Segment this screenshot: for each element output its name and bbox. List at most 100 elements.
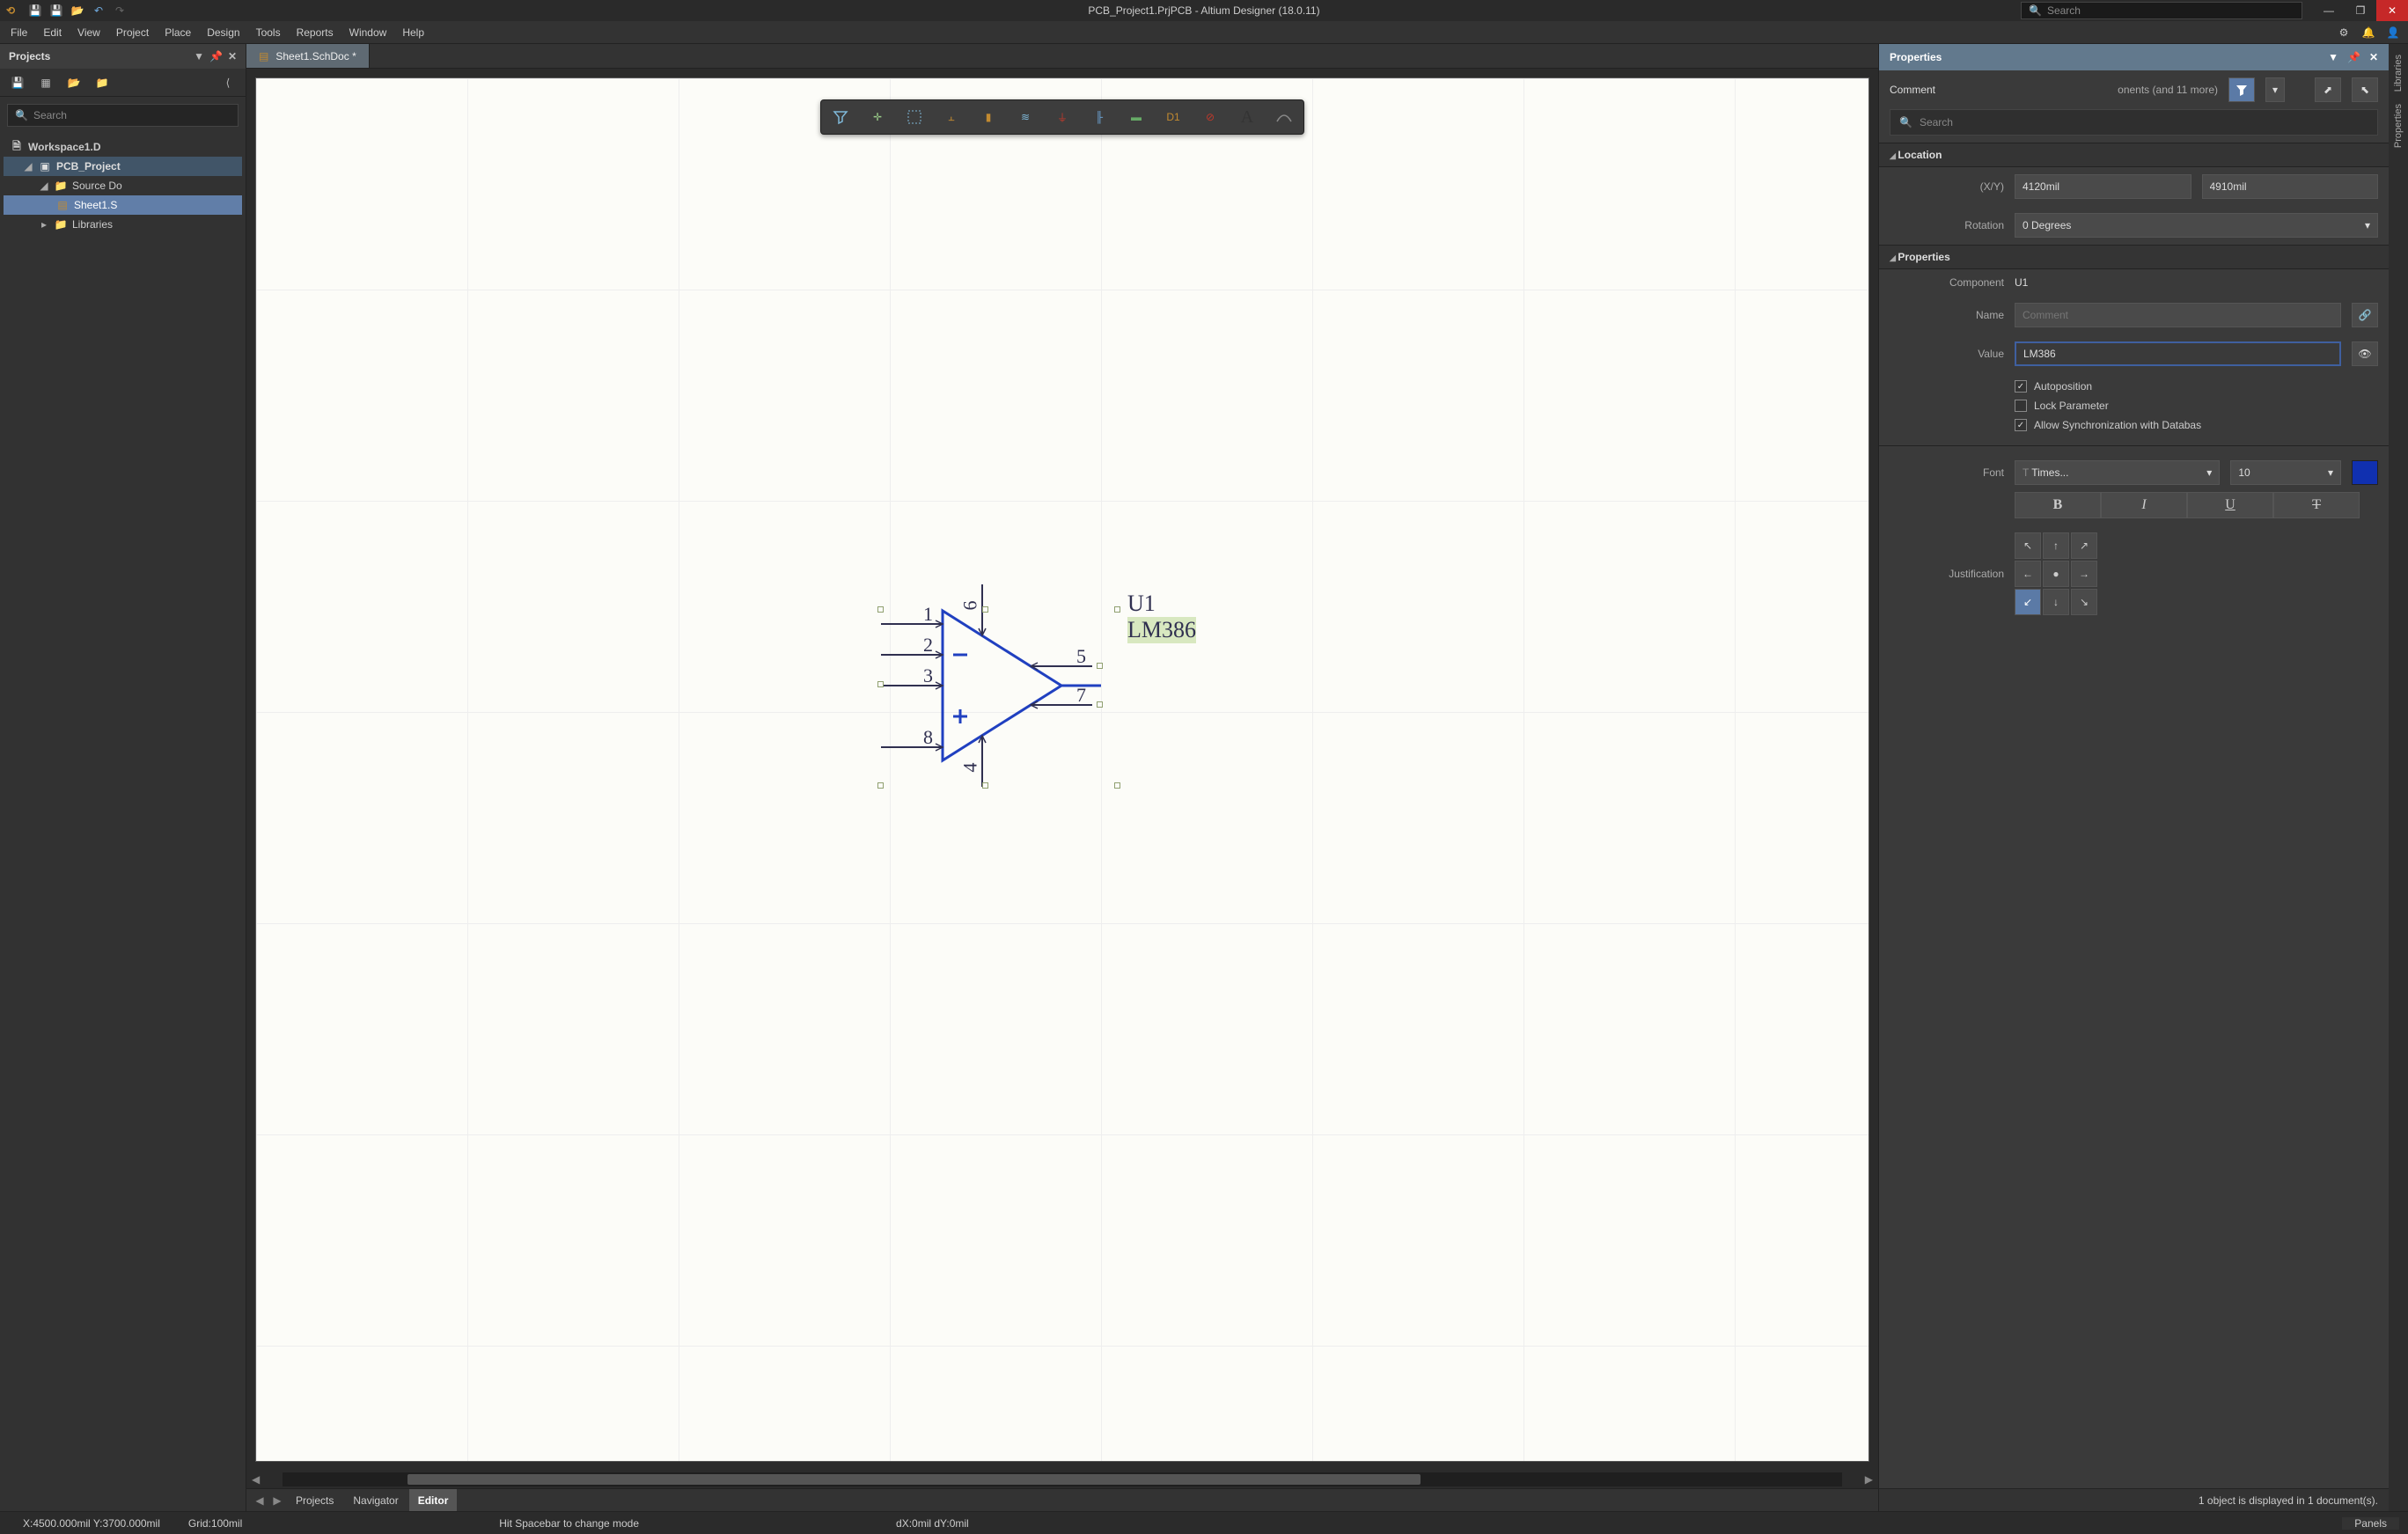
filter-funnel-button[interactable] — [2228, 77, 2255, 102]
location-x-input[interactable] — [2015, 174, 2191, 199]
panel-pin-icon[interactable]: 📌 — [209, 50, 223, 62]
panel-dropdown-icon[interactable]: ▼ — [2328, 51, 2338, 63]
align-icon[interactable]: ⫠ — [941, 106, 962, 128]
strikethrough-button[interactable]: T — [2273, 492, 2360, 518]
horizontal-scrollbar[interactable]: ◀ ▶ — [246, 1471, 1878, 1488]
libraries-node[interactable]: ▸ 📁 Libraries — [4, 215, 242, 234]
workspace-node[interactable]: 🗎 Workspace1.D — [4, 137, 242, 157]
underline-button[interactable]: U — [2187, 492, 2273, 518]
justify-r[interactable]: → — [2071, 561, 2097, 587]
expand-icon[interactable]: ▸ — [39, 218, 49, 231]
scrollbar-thumb[interactable] — [407, 1474, 1421, 1485]
font-size-select[interactable]: 10▾ — [2230, 460, 2341, 485]
panel-close-icon[interactable]: ✕ — [228, 50, 237, 62]
selection-handle[interactable] — [982, 606, 988, 613]
selection-handle[interactable] — [877, 606, 884, 613]
selection-handle[interactable] — [1114, 782, 1120, 789]
font-color-swatch[interactable] — [2352, 460, 2378, 485]
scrollbar-track[interactable] — [283, 1472, 1842, 1486]
project-node[interactable]: ◢ ▣ PCB_Project — [4, 157, 242, 176]
tab-projects[interactable]: Projects — [287, 1489, 342, 1511]
selection-handle[interactable] — [982, 782, 988, 789]
dock-tab-properties[interactable]: Properties — [2391, 99, 2405, 153]
undo-icon[interactable]: ↶ — [90, 2, 107, 19]
dock-tab-libraries[interactable]: Libraries — [2391, 49, 2405, 97]
filter-dropdown-button[interactable]: ▾ — [2265, 77, 2285, 102]
open-icon[interactable]: 📂 — [69, 2, 86, 19]
justify-tr[interactable]: ↗ — [2071, 532, 2097, 559]
menu-reports[interactable]: Reports — [290, 21, 341, 43]
select-mode-button[interactable]: ⬉ — [2352, 77, 2378, 102]
value-input[interactable] — [2015, 341, 2341, 366]
menu-file[interactable]: File — [4, 21, 34, 43]
tb-refresh-icon[interactable]: 📂 — [63, 72, 84, 93]
name-input[interactable] — [2015, 303, 2341, 327]
select-rect-icon[interactable] — [904, 106, 925, 128]
justify-t[interactable]: ↑ — [2043, 532, 2069, 559]
section-properties[interactable]: Properties — [1879, 245, 2389, 269]
menu-edit[interactable]: Edit — [36, 21, 69, 43]
place-noerc-icon[interactable]: ⊘ — [1200, 106, 1221, 128]
place-arc-icon[interactable] — [1274, 106, 1295, 128]
notifications-bell-icon[interactable]: 🔔 — [2357, 26, 2380, 39]
justify-c[interactable]: ● — [2043, 561, 2069, 587]
justify-b[interactable]: ↓ — [2043, 589, 2069, 615]
name-link-button[interactable]: 🔗 — [2352, 303, 2378, 327]
justify-bl[interactable]: ↙ — [2015, 589, 2041, 615]
designator-label[interactable]: U1 — [1127, 591, 1156, 617]
selection-handle[interactable] — [1114, 606, 1120, 613]
comment-label[interactable]: LM386 — [1127, 617, 1196, 643]
allow-sync-checkbox[interactable]: ✓Allow Synchronization with Databas — [2015, 419, 2201, 431]
panel-pin-icon[interactable]: 📌 — [2347, 51, 2360, 63]
menu-project[interactable]: Project — [109, 21, 156, 43]
panel-close-icon[interactable]: ✕ — [2369, 51, 2378, 63]
justify-tl[interactable]: ↖ — [2015, 532, 2041, 559]
source-documents-node[interactable]: ◢ 📁 Source Do — [4, 176, 242, 195]
value-visibility-button[interactable]: 👁 — [2352, 341, 2378, 366]
selection-handle[interactable] — [1097, 663, 1103, 669]
menu-view[interactable]: View — [70, 21, 107, 43]
autoposition-checkbox[interactable]: ✓Autoposition — [2015, 380, 2092, 393]
expand-icon[interactable]: ◢ — [39, 180, 49, 192]
global-search[interactable]: 🔍 Search — [2021, 2, 2302, 19]
selection-handle[interactable] — [877, 782, 884, 789]
menu-help[interactable]: Help — [395, 21, 431, 43]
move-icon[interactable]: ✛ — [867, 106, 888, 128]
component-opamp[interactable]: 1 2 3 8 5 7 6 4 — [846, 554, 1145, 818]
schematic-canvas[interactable]: ✛ ⫠ ▮ ≋ ⏚ ╟ ▬ D1 ⊘ A — [255, 77, 1869, 1462]
section-location[interactable]: Location — [1879, 143, 2389, 167]
location-y-input[interactable] — [2202, 174, 2379, 199]
menu-window[interactable]: Window — [342, 21, 394, 43]
place-part-icon[interactable]: ▮ — [978, 106, 999, 128]
settings-gear-icon[interactable]: ⚙ — [2332, 26, 2355, 39]
save-icon[interactable]: 💾 — [26, 2, 44, 19]
redo-icon[interactable]: ↷ — [111, 2, 128, 19]
tb-compile-icon[interactable]: ▦ — [35, 72, 56, 93]
tab-navigator[interactable]: Navigator — [344, 1489, 407, 1511]
scroll-right-icon[interactable]: ▶ — [1860, 1473, 1878, 1486]
expand-icon[interactable]: ◢ — [23, 160, 33, 172]
place-power-icon[interactable]: ⏚ — [1052, 106, 1073, 128]
justify-br[interactable]: ↘ — [2071, 589, 2097, 615]
menu-tools[interactable]: Tools — [249, 21, 288, 43]
place-wire-icon[interactable]: ≋ — [1015, 106, 1036, 128]
tb-options-icon[interactable]: 📁 — [92, 72, 113, 93]
tab-scroll-right-icon[interactable]: ▶ — [269, 1494, 285, 1507]
place-bus-icon[interactable]: ╟ — [1089, 106, 1110, 128]
selection-handle[interactable] — [877, 681, 884, 687]
sheet-node[interactable]: ▤ Sheet1.S — [4, 195, 242, 215]
place-directive-icon[interactable]: D1 — [1163, 106, 1184, 128]
close-button[interactable]: ✕ — [2376, 0, 2408, 21]
maximize-button[interactable]: ❐ — [2345, 0, 2376, 21]
minimize-button[interactable]: — — [2313, 0, 2345, 21]
lock-parameter-checkbox[interactable]: Lock Parameter — [2015, 400, 2109, 412]
user-icon[interactable]: 👤 — [2382, 26, 2404, 39]
scroll-left-icon[interactable]: ◀ — [246, 1473, 265, 1486]
rotation-select[interactable]: 0 Degrees▾ — [2015, 213, 2378, 238]
tab-scroll-left-icon[interactable]: ◀ — [252, 1494, 268, 1507]
panel-dropdown-icon[interactable]: ▼ — [194, 50, 204, 62]
selection-handle[interactable] — [1097, 701, 1103, 708]
properties-search[interactable]: 🔍 Search — [1890, 109, 2378, 136]
tb-save-icon[interactable]: 💾 — [7, 72, 28, 93]
menu-design[interactable]: Design — [200, 21, 246, 43]
